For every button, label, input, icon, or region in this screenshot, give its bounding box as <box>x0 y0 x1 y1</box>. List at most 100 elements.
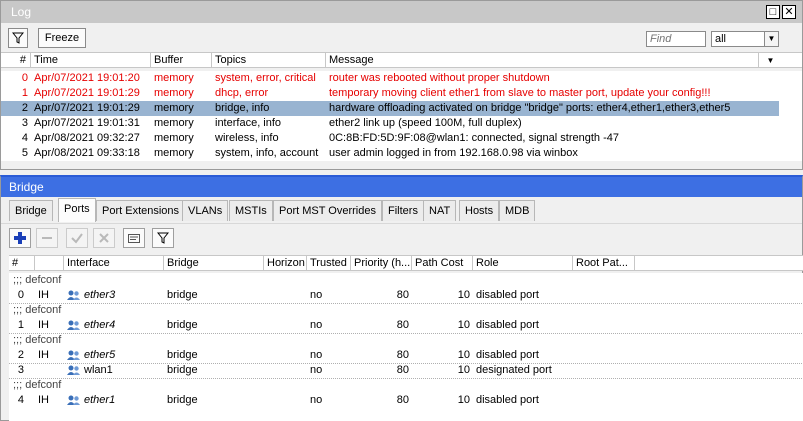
port-comment[interactable]: ;;; defconf <box>9 303 803 318</box>
port-cell-role: disabled port <box>476 394 539 406</box>
tab-bridge[interactable]: Bridge <box>9 200 53 221</box>
port-cell-priority: 80 <box>396 349 409 361</box>
port-cell-trusted: no <box>310 349 323 361</box>
log-row[interactable]: 1 Apr/07/2021 19:01:29 memory dhcp, error te… <box>1 86 779 101</box>
port-cell-bridge: bridge <box>167 319 198 331</box>
log-cell-time: Apr/07/2021 19:01:29 <box>34 87 140 99</box>
dropdown-arrow-icon: ▼ <box>764 32 778 46</box>
col-header-flags[interactable] <box>35 256 64 271</box>
log-window: Log □ ✕ Freeze all ▼ # Time Buffer Topic… <box>0 0 803 170</box>
log-cell-time: Apr/07/2021 19:01:29 <box>34 102 140 114</box>
bridge-title: Bridge <box>9 180 44 194</box>
port-cell-trusted: no <box>310 364 323 376</box>
tab-nat[interactable]: NAT <box>423 200 457 221</box>
col-header-path-cost[interactable]: Path Cost <box>412 256 473 271</box>
log-cell-n: 3 <box>21 117 28 129</box>
tab-port-extensions[interactable]: Port Extensions <box>96 200 186 221</box>
port-row[interactable]: 1 IH ether4 bridge no 80 10 disabled port <box>9 318 803 333</box>
port-cell-iface: ether5 <box>64 348 164 363</box>
port-cell-n: 4 <box>17 394 24 406</box>
port-row[interactable]: 4 IH ether1 bridge no 80 10 disabled port <box>9 393 803 408</box>
log-row[interactable]: 2 Apr/07/2021 19:01:29 memory bridge, info h… <box>1 101 779 116</box>
port-cell-cost: 10 <box>457 319 470 331</box>
log-cell-buffer: memory <box>154 87 194 99</box>
port-icon <box>67 365 80 375</box>
filter-button[interactable] <box>152 228 174 248</box>
col-header-horizon[interactable]: Horizon <box>264 256 307 271</box>
log-filter-value: all <box>715 33 727 45</box>
remove-button[interactable] <box>36 228 58 248</box>
log-cell-buffer: memory <box>154 72 194 84</box>
port-cell-role: disabled port <box>476 349 539 361</box>
port-cell-flags: IH <box>38 349 49 361</box>
col-header-priority[interactable]: Priority (h... <box>351 256 412 271</box>
log-row[interactable]: 0 Apr/07/2021 19:01:20 memory system, error… <box>1 71 779 86</box>
enable-button[interactable] <box>66 228 88 248</box>
bridge-tabs: Bridge Ports Port Extensions VLANs MSTIs… <box>1 197 802 223</box>
col-header-num[interactable]: # <box>9 256 35 271</box>
log-titlebar[interactable]: Log □ ✕ <box>1 1 802 23</box>
port-cell-priority: 80 <box>396 364 409 376</box>
tab-hosts[interactable]: Hosts <box>459 200 500 221</box>
tab-ports[interactable]: Ports <box>58 198 96 222</box>
log-row[interactable]: 4 Apr/08/2021 09:32:27 memory wireless, inf… <box>1 131 779 146</box>
tab-mdb[interactable]: MDB <box>499 200 536 221</box>
port-cell-flags: IH <box>38 394 49 406</box>
restore-icon[interactable]: □ <box>766 5 780 19</box>
add-button[interactable] <box>9 228 31 248</box>
tab-vlans[interactable]: VLANs <box>182 200 229 221</box>
port-cell-role: disabled port <box>476 289 539 301</box>
col-header-role[interactable]: Role <box>473 256 573 271</box>
log-row[interactable]: 3 Apr/07/2021 19:01:31 memory interface, in… <box>1 116 779 131</box>
port-comment[interactable]: ;;; defconf <box>9 378 803 393</box>
col-header-root-path[interactable]: Root Pat... <box>573 256 635 271</box>
enable-icon <box>71 233 83 244</box>
close-icon[interactable]: ✕ <box>782 5 796 19</box>
log-cell-topics: bridge, info <box>215 102 270 114</box>
log-row[interactable]: 5 Apr/08/2021 09:33:18 memory system, info,… <box>1 146 779 161</box>
col-header-trusted[interactable]: Trusted <box>307 256 351 271</box>
log-cell-buffer: memory <box>154 132 194 144</box>
filter-button[interactable] <box>8 28 28 48</box>
log-cell-n: 2 <box>21 102 28 114</box>
port-comment[interactable]: ;;; defconf <box>9 273 803 288</box>
dropdown-arrow-icon[interactable]: ▼ <box>759 53 779 68</box>
tab-filters[interactable]: Filters <box>382 200 424 221</box>
port-row[interactable]: 2 IH ether5 bridge no 80 10 disabled port <box>9 348 803 363</box>
col-header-bridge[interactable]: Bridge <box>164 256 264 271</box>
log-toolbar: Freeze all ▼ <box>1 23 802 51</box>
col-header-buffer[interactable]: Buffer <box>151 53 212 68</box>
port-interface-name: wlan1 <box>84 364 113 376</box>
col-header-interface[interactable]: Interface <box>64 256 164 271</box>
port-comment[interactable]: ;;; defconf <box>9 333 803 348</box>
port-interface-name: ether5 <box>84 349 116 361</box>
log-cell-topics: wireless, info <box>215 132 279 144</box>
port-row[interactable]: 3 wlan1 bridge no 80 10 designated port <box>9 363 803 378</box>
bridge-titlebar[interactable]: Bridge <box>1 177 802 197</box>
col-header-num[interactable]: # <box>1 53 31 68</box>
port-cell-bridge: bridge <box>167 394 198 406</box>
port-icon <box>67 350 80 360</box>
port-cell-iface: wlan1 <box>64 363 164 378</box>
freeze-button[interactable]: Freeze <box>38 28 86 48</box>
tab-mstis[interactable]: MSTIs <box>229 200 273 221</box>
port-icon <box>67 290 80 300</box>
col-header-topics[interactable]: Topics <box>212 53 326 68</box>
log-filter-select[interactable]: all ▼ <box>711 31 779 47</box>
port-cell-n: 0 <box>17 289 24 301</box>
log-cell-time: Apr/08/2021 09:32:27 <box>34 132 140 144</box>
tab-port-mst-overrides[interactable]: Port MST Overrides <box>273 200 382 221</box>
log-cell-message: temporary moving client ether1 from slav… <box>329 87 711 99</box>
find-input[interactable] <box>646 31 706 47</box>
port-row[interactable]: 0 IH ether3 bridge no 80 10 disabled port <box>9 288 803 303</box>
col-header-message[interactable]: Message <box>326 53 759 68</box>
port-cell-cost: 10 <box>457 394 470 406</box>
log-cell-message: 0C:8B:FD:5D:9F:08@wlan1: connected, sign… <box>329 132 619 144</box>
log-cell-n: 1 <box>21 87 28 99</box>
port-cell-iface: ether3 <box>64 288 164 303</box>
disable-button[interactable] <box>93 228 115 248</box>
comment-button[interactable] <box>123 228 145 248</box>
col-header-time[interactable]: Time <box>31 53 151 68</box>
filter-icon <box>157 232 169 244</box>
log-cell-n: 5 <box>21 147 28 159</box>
